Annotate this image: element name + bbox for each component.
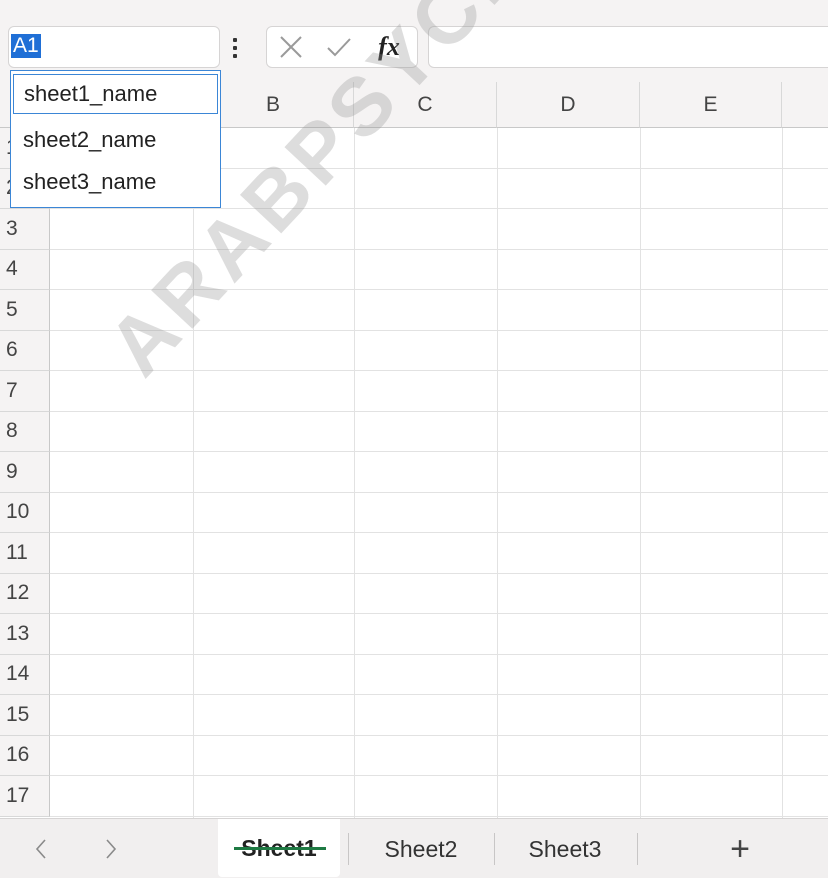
scroll-left-icon[interactable] <box>26 831 56 867</box>
tab-separator <box>637 833 638 865</box>
column-divider <box>354 128 355 818</box>
insert-function-icon[interactable]: fx <box>371 31 407 63</box>
row-header[interactable]: 4 <box>0 249 50 290</box>
row-header[interactable]: 8 <box>0 411 50 452</box>
row-header[interactable]: 7 <box>0 371 50 412</box>
tab-separator <box>348 833 349 865</box>
row-divider <box>50 491 828 493</box>
column-header-f[interactable] <box>782 82 828 128</box>
plus-icon: + <box>730 830 750 868</box>
row-header[interactable]: 5 <box>0 290 50 331</box>
name-box-dropdown: sheet1_name sheet2_name sheet3_name <box>10 70 221 208</box>
row-divider <box>50 329 828 331</box>
column-divider <box>193 128 194 818</box>
row-divider <box>50 208 828 209</box>
row-divider <box>50 613 828 614</box>
row-divider <box>50 572 828 574</box>
column-divider <box>497 128 498 818</box>
active-tab-indicator <box>234 847 326 850</box>
column-header-e[interactable]: E <box>640 82 782 128</box>
column-header-d[interactable]: D <box>497 82 640 128</box>
row-divider <box>50 775 828 776</box>
row-header[interactable]: 9 <box>0 452 50 493</box>
add-sheet-button[interactable]: + <box>720 829 760 869</box>
row-divider <box>50 694 828 695</box>
row-header[interactable]: 17 <box>0 776 50 817</box>
scroll-right-icon[interactable] <box>96 831 126 867</box>
sheet-tab-bar: Sheet1 Sheet2 Sheet3 + <box>0 818 828 878</box>
tab-sheet2[interactable]: Sheet2 <box>360 819 482 879</box>
row-divider <box>50 734 828 736</box>
row-header[interactable]: 11 <box>0 533 50 574</box>
fx-label: fx <box>378 32 400 61</box>
row-header[interactable]: 3 <box>0 209 50 250</box>
row-header[interactable]: 10 <box>0 492 50 533</box>
more-options-icon[interactable] <box>232 36 238 60</box>
name-box-value[interactable]: A1 <box>11 34 41 58</box>
row-divider <box>50 410 828 412</box>
row-header[interactable]: 16 <box>0 735 50 776</box>
row-divider <box>50 248 828 250</box>
row-header[interactable]: 13 <box>0 614 50 655</box>
row-header[interactable]: 6 <box>0 330 50 371</box>
row-divider <box>50 815 828 817</box>
row-divider <box>50 532 828 533</box>
row-divider <box>50 653 828 655</box>
enter-check-icon[interactable] <box>321 31 357 63</box>
row-header[interactable]: 12 <box>0 573 50 614</box>
row-divider <box>50 370 828 371</box>
column-header-c[interactable]: C <box>354 82 497 128</box>
row-header[interactable]: 14 <box>0 654 50 695</box>
formula-controls: fx <box>266 26 418 68</box>
dropdown-item-sheet1-name[interactable]: sheet1_name <box>13 74 218 114</box>
dropdown-item-sheet2-name[interactable]: sheet2_name <box>11 119 220 161</box>
row-divider <box>50 289 828 290</box>
column-divider <box>782 128 783 818</box>
row-header[interactable]: 15 <box>0 695 50 736</box>
column-divider <box>640 128 641 818</box>
cancel-x-icon[interactable] <box>273 31 309 63</box>
dropdown-item-sheet3-name[interactable]: sheet3_name <box>11 161 220 203</box>
tab-separator <box>494 833 495 865</box>
name-box[interactable]: A1 <box>8 26 220 68</box>
formula-input[interactable] <box>428 26 828 68</box>
tab-sheet3[interactable]: Sheet3 <box>503 819 627 879</box>
row-divider <box>50 451 828 452</box>
